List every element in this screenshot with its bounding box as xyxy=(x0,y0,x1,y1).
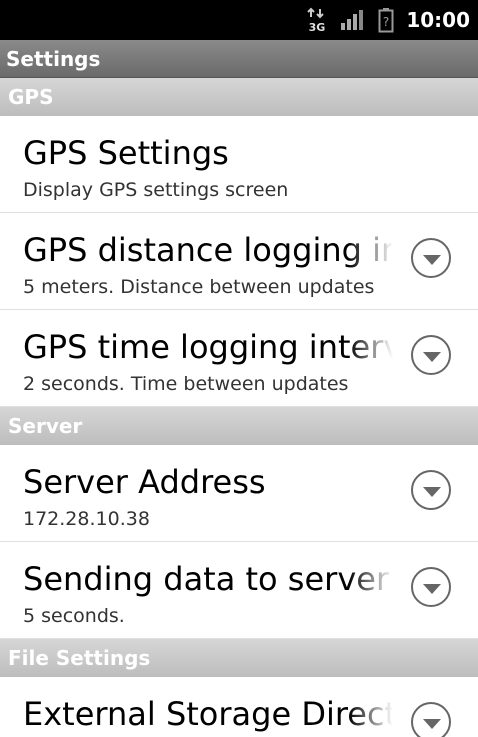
network-3g-icon: 3G xyxy=(306,7,328,33)
signal-icon xyxy=(340,9,366,31)
pref-gps-settings[interactable]: GPS Settings Display GPS settings screen xyxy=(0,116,478,213)
pref-gps-time-interval[interactable]: GPS time logging interval 2 seconds. Tim… xyxy=(0,310,478,407)
pref-title: External Storage Directory xyxy=(23,695,393,733)
page-title: Settings xyxy=(0,40,478,78)
pref-title: Server Address xyxy=(23,463,266,501)
settings-list: GPS GPS Settings Display GPS settings sc… xyxy=(0,78,478,737)
pref-title: GPS time logging interval xyxy=(23,328,393,366)
pref-external-storage-directory[interactable]: External Storage Directory xyxy=(0,677,478,737)
pref-summary: 5 seconds. xyxy=(23,605,125,627)
section-header-server: Server xyxy=(0,407,478,445)
pref-gps-distance-interval[interactable]: GPS distance logging interval 5 meters. … xyxy=(0,213,478,310)
chevron-down-icon[interactable] xyxy=(411,238,451,278)
chevron-down-icon[interactable] xyxy=(411,470,451,510)
pref-summary: 172.28.10.38 xyxy=(23,508,150,530)
pref-summary: 2 seconds. Time between updates xyxy=(23,373,349,395)
pref-title: Sending data to server interval xyxy=(23,560,393,598)
status-bar: 3G ? 10:00 xyxy=(0,0,478,40)
pref-summary: 5 meters. Distance between updates xyxy=(23,276,375,298)
pref-title: GPS Settings xyxy=(23,134,229,172)
pref-summary: Display GPS settings screen xyxy=(23,179,289,201)
svg-text:?: ? xyxy=(383,15,389,29)
pref-server-address[interactable]: Server Address 172.28.10.38 xyxy=(0,445,478,542)
svg-text:3G: 3G xyxy=(309,21,326,33)
chevron-down-icon[interactable] xyxy=(411,335,451,375)
section-header-gps: GPS xyxy=(0,78,478,116)
status-time: 10:00 xyxy=(406,8,470,32)
battery-unknown-icon: ? xyxy=(378,7,394,33)
chevron-down-icon[interactable] xyxy=(411,567,451,607)
chevron-down-icon[interactable] xyxy=(411,702,451,737)
section-header-file-settings: File Settings xyxy=(0,639,478,677)
pref-title: GPS distance logging interval xyxy=(23,231,393,269)
pref-sending-interval[interactable]: Sending data to server interval 5 second… xyxy=(0,542,478,639)
